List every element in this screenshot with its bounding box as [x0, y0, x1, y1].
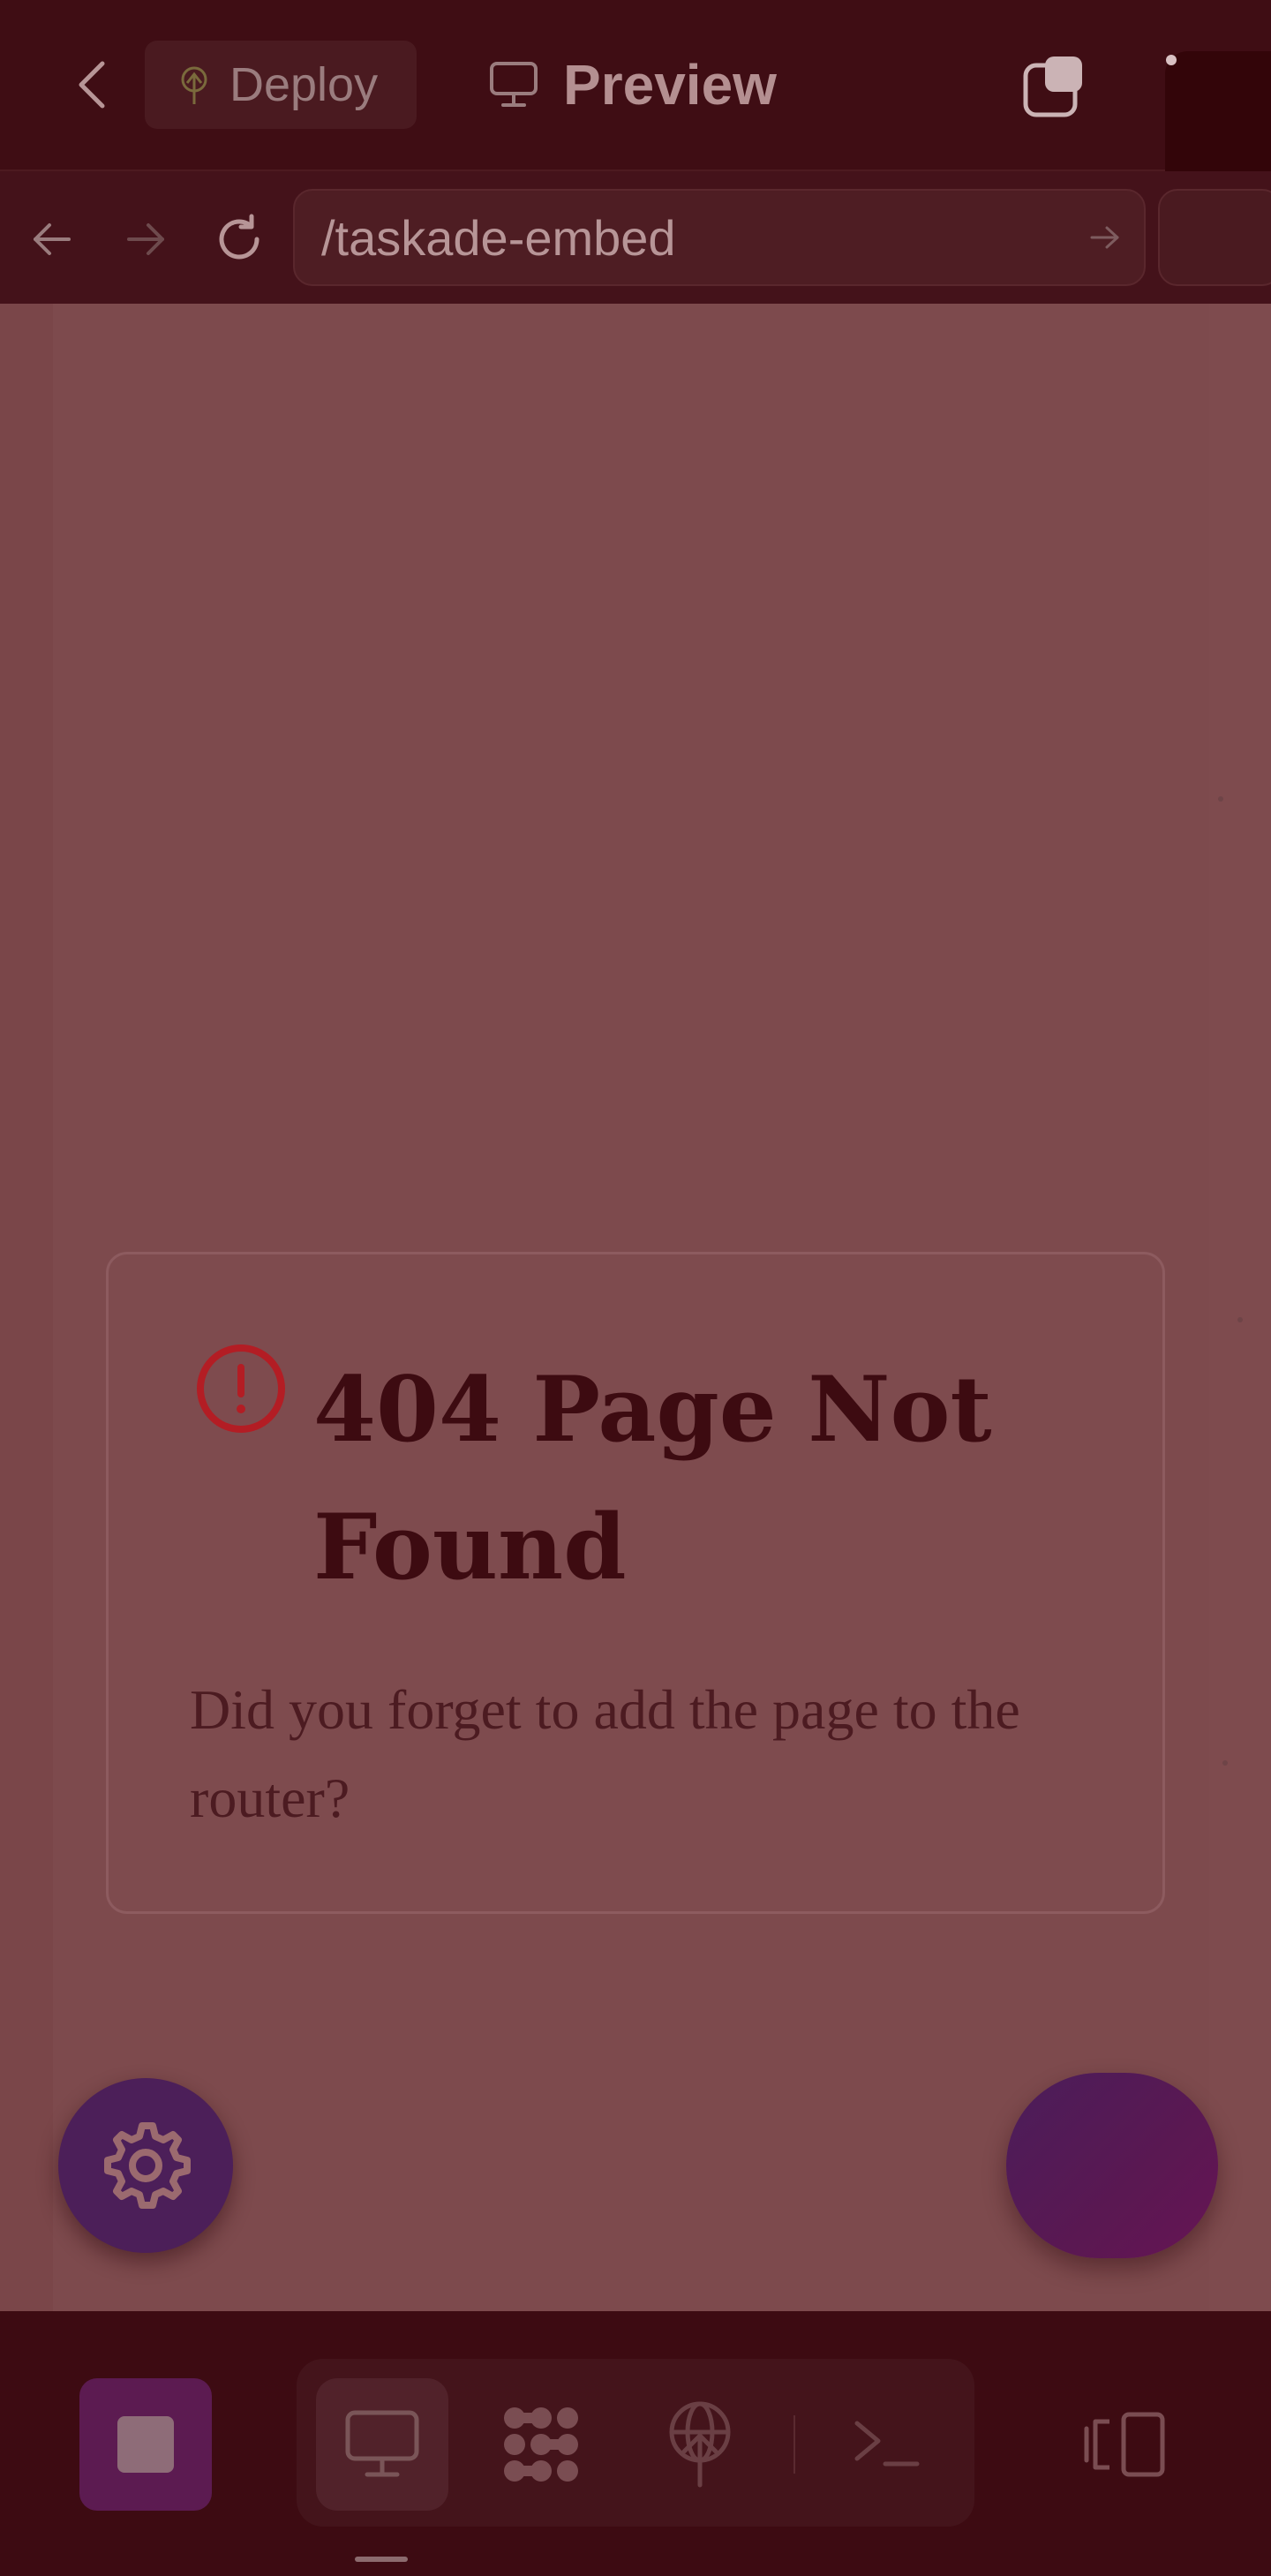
- scroll-marker: [1237, 1317, 1243, 1322]
- tool-separator: [793, 2415, 795, 2474]
- reload-icon: [219, 214, 259, 260]
- reload-button[interactable]: [208, 208, 270, 270]
- scroll-marker: [1218, 796, 1223, 802]
- rocket-globe-icon: [181, 66, 207, 104]
- panel-switch-button[interactable]: [1059, 2378, 1192, 2511]
- stop-button[interactable]: [79, 2378, 212, 2511]
- preview-label: Preview: [563, 53, 777, 117]
- settings-button[interactable]: [58, 2078, 233, 2253]
- apps-grid-icon: [504, 2407, 578, 2482]
- nav-forward-button[interactable]: [115, 208, 177, 270]
- stop-square-icon: [117, 2416, 174, 2473]
- viewport-left-edge: [0, 304, 53, 2311]
- tool-preview-button[interactable]: [316, 2378, 448, 2511]
- url-extra-control[interactable]: [1158, 189, 1271, 286]
- arrow-left-icon: [34, 223, 71, 255]
- copy-stack-icon: [1023, 56, 1082, 117]
- panel-switch-icon: [1084, 2412, 1165, 2477]
- chat-assistant-button[interactable]: [1006, 2073, 1218, 2258]
- url-input[interactable]: /taskade-embed: [293, 189, 1146, 286]
- copy-button[interactable]: [1017, 49, 1091, 124]
- tool-terminal-button[interactable]: [821, 2378, 953, 2511]
- url-path: /taskade-embed: [321, 209, 676, 266]
- preview-viewport[interactable]: 404 Page Not Found Did you forget to add…: [0, 304, 1271, 2311]
- error-title: 404 Page Not Found: [313, 1357, 992, 1601]
- error-message: Did you forget to add the page to the ro…: [190, 1678, 1020, 1829]
- nav-back-button[interactable]: [21, 208, 83, 270]
- preview-tab[interactable]: Preview: [489, 49, 777, 120]
- deploy-label: Deploy: [229, 58, 379, 111]
- alert-circle-icon: [197, 1344, 285, 1433]
- scroll-marker: [1222, 1760, 1228, 1766]
- terminal-icon: [854, 2421, 920, 2467]
- deploy-button[interactable]: Deploy: [145, 41, 417, 129]
- viewport-right-edge: [1209, 304, 1271, 2311]
- gear-icon: [104, 2122, 191, 2209]
- monitor-icon: [345, 2410, 419, 2477]
- deploy-globe-icon: [669, 2401, 731, 2488]
- chevron-left-icon: [79, 61, 105, 109]
- status-dot: [1166, 55, 1177, 65]
- back-button[interactable]: [69, 56, 115, 113]
- error-card: 404 Page Not Found Did you forget to add…: [106, 1252, 1165, 1914]
- home-indicator: [355, 2557, 408, 2562]
- arrow-right-icon: [127, 223, 164, 255]
- tool-apps-button[interactable]: [475, 2378, 607, 2511]
- tool-deploy-button[interactable]: [634, 2378, 766, 2511]
- monitor-icon: [490, 62, 538, 107]
- go-arrow-icon[interactable]: [1089, 224, 1121, 251]
